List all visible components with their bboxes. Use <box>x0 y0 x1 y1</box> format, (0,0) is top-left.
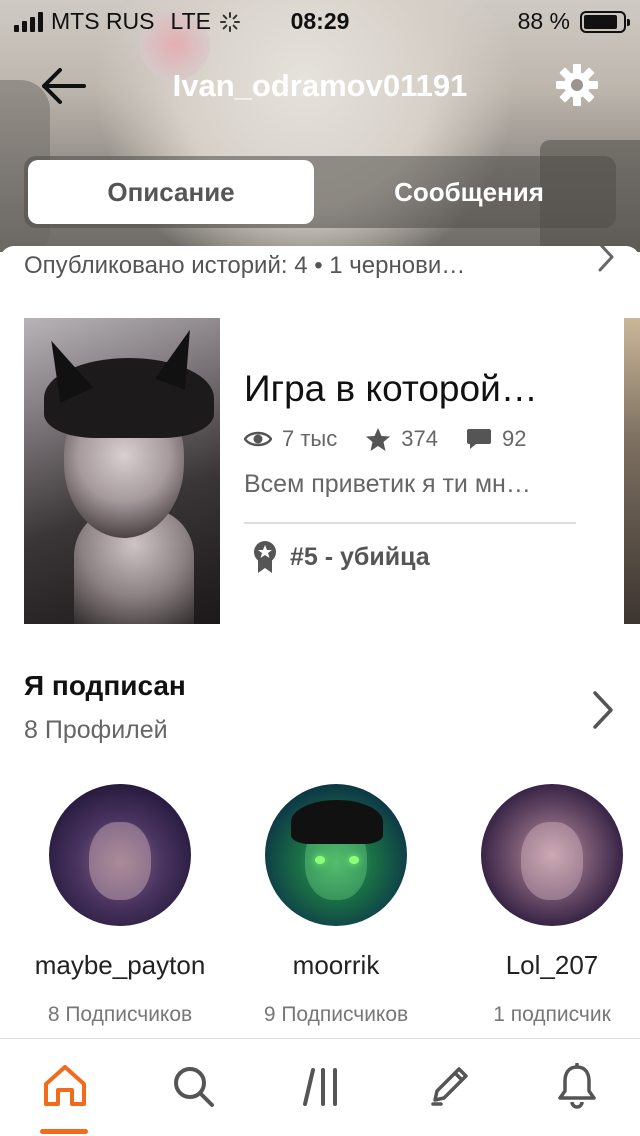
tab-notifications[interactable] <box>552 1061 602 1111</box>
tab-search[interactable] <box>168 1061 218 1111</box>
avatar[interactable] <box>265 784 407 926</box>
following-count: 8 Профилей <box>24 716 168 744</box>
published-stories-summary[interactable]: Опубликовано историй: 4 • 1 чернови… <box>24 252 544 280</box>
comments-count: 92 <box>501 426 527 451</box>
story-cover-image[interactable] <box>24 318 220 624</box>
chevron-right-icon[interactable] <box>590 690 616 730</box>
battery-group: 88 % <box>517 8 630 35</box>
bottom-tab-bar <box>0 1038 640 1136</box>
divider <box>244 522 576 524</box>
profile-name[interactable]: moorrik <box>236 950 436 981</box>
story-title[interactable]: Игра в которой… <box>244 368 574 410</box>
following-profile[interactable]: maybe_payton 8 Подписчиков <box>20 784 220 1027</box>
profile-followers: 1 подписчик <box>493 1003 611 1026</box>
pencil-icon <box>431 1067 468 1106</box>
avatar[interactable] <box>481 784 623 926</box>
chevron-right-icon[interactable] <box>594 246 618 272</box>
profile-followers: 9 Подписчиков <box>263 1003 409 1026</box>
rank-label: #5 - убийца <box>290 542 430 571</box>
avatar[interactable] <box>49 784 191 926</box>
top-navigation: Ivan_odramov01191 <box>0 56 640 116</box>
profile-name[interactable]: maybe_payton <box>20 950 220 981</box>
tab-messages[interactable]: Сообщения <box>326 160 612 224</box>
following-profile[interactable]: Lol_207 1 подписчик <box>452 784 640 1027</box>
stars-stat: 374 <box>365 426 438 452</box>
stars-count: 374 <box>401 426 438 451</box>
profile-name[interactable]: Lol_207 <box>452 950 640 981</box>
battery-icon <box>580 10 630 33</box>
tab-description[interactable]: Описание <box>28 160 314 224</box>
search-icon <box>174 1067 214 1107</box>
home-icon <box>44 1065 86 1106</box>
following-profile[interactable]: moorrik 9 Подписчиков <box>236 784 436 1027</box>
story-description[interactable]: Всем приветик я ти мн… <box>244 470 574 499</box>
story-stats: 7 тыс 374 92 <box>244 426 554 452</box>
following-section-title: Я подписан <box>24 670 186 701</box>
eye-icon <box>244 431 272 447</box>
comments-stat: 92 <box>466 426 526 452</box>
library-icon <box>303 1068 337 1106</box>
tab-library[interactable] <box>296 1061 346 1111</box>
next-story-cover-image[interactable] <box>624 318 640 624</box>
story-card[interactable]: Игра в которой… 7 тыс 374 92 Всем привет… <box>24 318 640 624</box>
star-icon <box>366 427 391 451</box>
content-sheet: Опубликовано историй: 4 • 1 чернови… Игр… <box>0 246 640 1038</box>
comment-icon <box>466 429 491 449</box>
views-stat: 7 тыс <box>244 426 337 452</box>
gear-icon[interactable] <box>554 62 600 108</box>
active-tab-indicator <box>40 1129 88 1134</box>
battery-percent: 88 % <box>517 8 570 34</box>
status-bar: MTS RUS LTE 08:29 88 % <box>0 0 640 40</box>
segmented-tabs: Описание Сообщения <box>24 156 616 228</box>
tab-write[interactable] <box>424 1061 474 1111</box>
award-icon <box>254 541 276 573</box>
profile-header-background: MTS RUS LTE 08:29 88 % Ivan_odramov01191… <box>0 0 640 252</box>
tab-home[interactable] <box>40 1061 90 1111</box>
bell-icon <box>558 1063 596 1109</box>
profile-followers: 8 Подписчиков <box>47 1003 193 1026</box>
story-ranking[interactable]: #5 - убийца <box>252 540 430 574</box>
views-count: 7 тыс <box>282 426 338 451</box>
profile-username: Ivan_odramov01191 <box>172 68 468 103</box>
